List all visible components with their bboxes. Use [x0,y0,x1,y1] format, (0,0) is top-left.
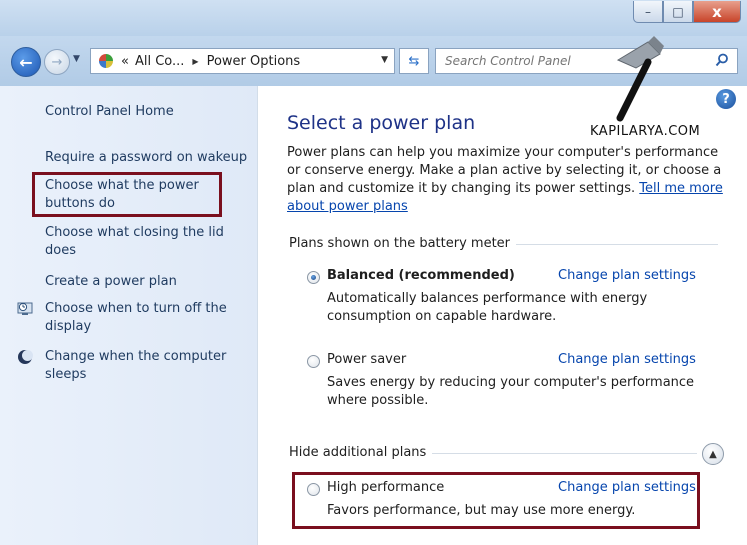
moon-icon [18,350,33,364]
minimize-button[interactable]: – [633,1,663,23]
highlight-box-power-buttons [32,172,222,217]
breadcrumb-all-control-panel[interactable]: All Co... [135,54,184,69]
address-bar[interactable]: « All Co... ▶ Power Options ▼ [90,48,395,74]
sidebar-item-closing-lid[interactable]: Choose what closing the lid does [45,224,245,260]
task-pane: Control Panel Home Require a password on… [0,86,258,545]
plan-name-power-saver[interactable]: Power saver [327,352,406,367]
plan-description-balanced: Automatically balances performance with … [327,291,648,324]
breadcrumb-overflow[interactable]: « [121,54,129,69]
intro-paragraph: Power plans can help you maximize your c… [287,144,735,216]
sidebar-item-require-password[interactable]: Require a password on wakeup [45,149,255,167]
group-label-battery-meter: Plans shown on the battery meter [289,236,517,251]
back-button[interactable]: ← [11,47,41,77]
refresh-button[interactable]: ⇆ [399,48,429,74]
search-box[interactable] [435,48,738,74]
help-icon[interactable]: ? [716,89,736,109]
sidebar-item-turn-off-display[interactable]: Choose when to turn off the display [45,300,245,336]
forward-button[interactable]: → [44,49,70,75]
refresh-icon: ⇆ [408,53,420,69]
window-controls: – □ x [633,1,741,23]
watermark-text: KAPILARYA.COM [590,124,701,139]
control-panel-icon [97,52,115,70]
sidebar-item-create-plan[interactable]: Create a power plan [45,273,255,291]
sidebar-item-computer-sleeps[interactable]: Change when the computer sleeps [45,348,245,384]
radio-power-saver[interactable] [307,355,320,368]
back-arrow-icon: ← [19,52,33,72]
plan-name-balanced[interactable]: Balanced (recommended) [327,268,515,283]
breadcrumb-separator-icon[interactable]: ▶ [192,57,198,66]
recent-pages-dropdown[interactable]: ▼ [73,54,80,64]
change-plan-settings-power-saver[interactable]: Change plan settings [558,352,696,367]
change-plan-settings-balanced[interactable]: Change plan settings [558,268,696,283]
collapse-plans-button[interactable]: ▲ [702,443,724,465]
main-content: ? Select a power plan Power plans can he… [259,86,747,545]
breadcrumb-power-options[interactable]: Power Options [207,54,301,69]
sidebar-item-control-panel-home[interactable]: Control Panel Home [45,103,255,121]
page-title: Select a power plan [287,112,476,134]
clock-monitor-icon [17,302,33,315]
chevron-up-icon: ▲ [709,448,717,460]
highlight-box-high-performance [292,472,700,529]
plan-description-power-saver: Saves energy by reducing your computer's… [327,375,695,408]
close-button[interactable]: x [693,1,741,23]
forward-arrow-icon: → [51,54,63,70]
group-label-additional-plans: Hide additional plans [289,445,433,460]
search-icon[interactable] [715,53,729,67]
address-dropdown-icon[interactable]: ▼ [381,55,388,65]
radio-balanced[interactable] [307,271,320,284]
maximize-button[interactable]: □ [663,1,693,23]
hammer-logo-icon [616,36,664,122]
